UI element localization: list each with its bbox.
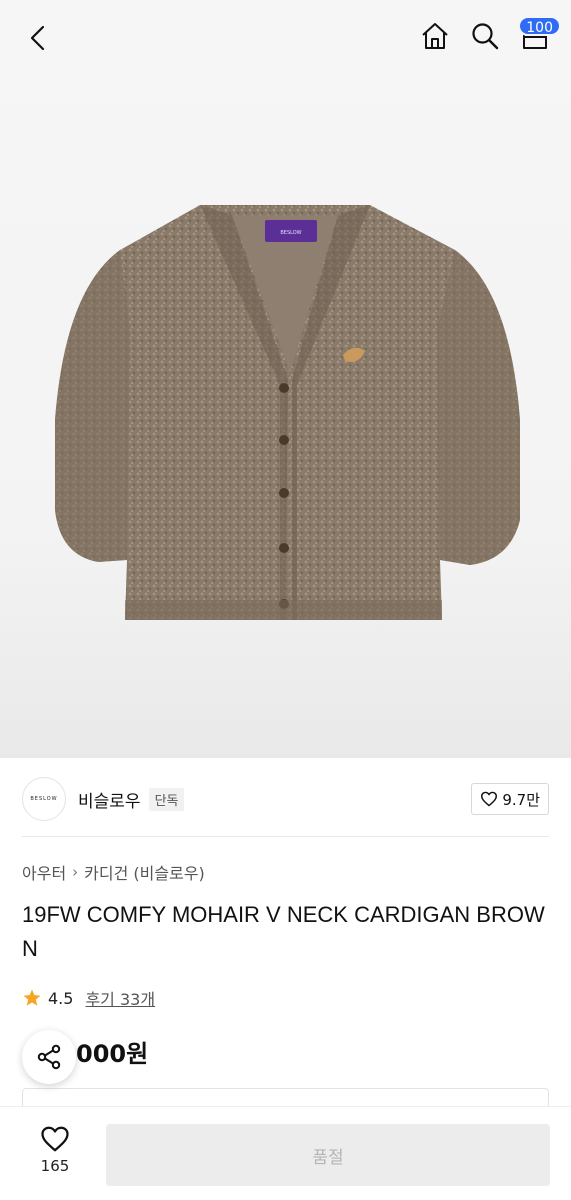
brand-logo-text: BESLOW (30, 796, 58, 802)
hero-label: BESLOW (280, 230, 301, 236)
star-icon (23, 989, 41, 1006)
share-icon (37, 1044, 61, 1070)
product-image[interactable]: BESLOW (0, 0, 571, 758)
chevron-left-icon (30, 25, 45, 51)
home-icon (422, 23, 448, 49)
cardigan-illustration: BESLOW (55, 205, 520, 620)
share-button[interactable] (22, 1030, 76, 1084)
brand-like-count: 9.7만 (502, 790, 540, 809)
wishlist-button[interactable]: 165 (22, 1125, 88, 1175)
brand-name[interactable]: 비슬로우 (78, 787, 141, 812)
search-icon (472, 23, 499, 50)
chevron-right-icon: › (72, 863, 79, 881)
heart-outline-icon (41, 1126, 69, 1152)
rating-value: 4.5 (48, 988, 74, 1008)
cart-button[interactable]: 100 (517, 16, 561, 54)
brand-like-button[interactable]: 9.7만 (471, 783, 549, 815)
bottom-action-bar: 165 품절 (0, 1106, 571, 1200)
rating-row: 4.5 후기 33개 (22, 986, 155, 1010)
search-button[interactable] (467, 18, 503, 54)
breadcrumb: 아우터 › 카디건 (비슬로우) (22, 860, 205, 884)
heart-outline-icon (481, 791, 498, 807)
review-count-link[interactable]: 후기 33개 (85, 986, 155, 1010)
sold-out-label: 품절 (312, 1147, 344, 1168)
brand-row: BESLOW 비슬로우 단독 9.7만 (22, 774, 549, 824)
wishlist-count: 165 (40, 1157, 70, 1175)
exclusive-tag: 단독 (148, 787, 185, 811)
price-text: 000원 (76, 1040, 149, 1068)
back-button[interactable] (22, 22, 54, 54)
breadcrumb-category[interactable]: 아우터 (22, 860, 66, 884)
breadcrumb-subcategory[interactable]: 카디건 (비슬로우) (84, 860, 205, 884)
sold-out-button[interactable]: 품절 (106, 1124, 550, 1186)
top-navigation-bar: 100 (0, 0, 571, 76)
brand-logo[interactable]: BESLOW (22, 777, 66, 821)
product-title: 19FW COMFY MOHAIR V NECK CARDIGAN BROWN (22, 902, 545, 961)
home-button[interactable] (417, 18, 453, 54)
divider (22, 836, 549, 837)
cart-count-badge: 100 (518, 16, 561, 36)
